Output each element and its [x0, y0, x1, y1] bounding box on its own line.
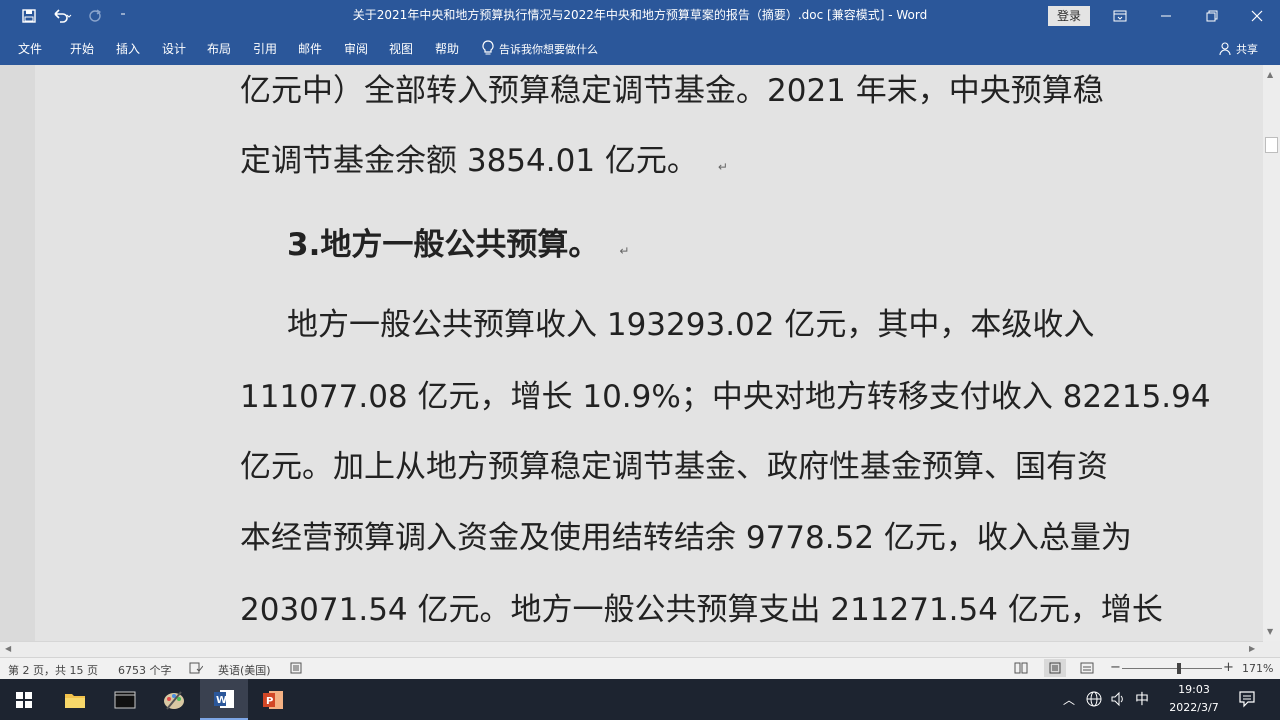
- ime-indicator[interactable]: 中: [1135, 689, 1149, 709]
- scroll-right-arrow-icon[interactable]: ▶: [1249, 644, 1255, 653]
- document-line: 203071.54 亿元。地方一般公共预算支出 211271.54 亿元，增长: [240, 592, 1163, 628]
- lightbulb-icon: [481, 40, 495, 60]
- document-line: 本经营预算调入资金及使用结转结余 9778.52 亿元，收入总量为: [240, 520, 1132, 556]
- taskbar: W P ︿ 中 19:03 2022/3/7: [0, 679, 1280, 720]
- scroll-down-arrow-icon[interactable]: ▼: [1267, 627, 1273, 636]
- paragraph-mark: ↵: [717, 160, 728, 174]
- windows-start-icon[interactable]: [0, 679, 48, 720]
- svg-text:P: P: [266, 696, 273, 707]
- file-explorer-icon[interactable]: [51, 679, 99, 720]
- word-count[interactable]: 6753 个字: [118, 662, 172, 678]
- share-person-icon: [1219, 41, 1231, 60]
- close-icon[interactable]: [1234, 0, 1280, 32]
- page-count[interactable]: 第 2 页，共 15 页: [8, 662, 98, 678]
- tab-design[interactable]: 设计: [162, 40, 186, 57]
- read-mode-icon[interactable]: [1014, 662, 1028, 677]
- web-layout-icon[interactable]: [1080, 662, 1094, 677]
- word-app-icon[interactable]: W: [200, 679, 248, 720]
- zoom-slider-thumb[interactable]: [1177, 663, 1181, 674]
- scroll-up-arrow-icon[interactable]: ▲: [1267, 70, 1273, 79]
- tab-review[interactable]: 审阅: [344, 40, 368, 57]
- show-hidden-icons-icon[interactable]: ︿: [1063, 691, 1075, 708]
- minimize-icon[interactable]: [1143, 0, 1189, 32]
- volume-icon[interactable]: [1110, 691, 1126, 711]
- zoom-level[interactable]: 171%: [1242, 662, 1273, 675]
- tab-view[interactable]: 视图: [389, 40, 413, 57]
- clock-date[interactable]: 2022/3/7: [1160, 701, 1228, 714]
- status-bar: 第 2 页，共 15 页 6753 个字 英语(美国) − + 171%: [0, 657, 1280, 679]
- tab-layout[interactable]: 布局: [207, 40, 231, 57]
- network-globe-icon[interactable]: [1086, 691, 1102, 711]
- powerpoint-app-icon[interactable]: P: [249, 679, 297, 720]
- document-line: 亿元。加上从地方预算稳定调节基金、政府性基金预算、国有资: [240, 449, 1108, 485]
- document-line: 111077.08 亿元，增长 10.9%；中央对地方转移支付收入 82215.…: [240, 379, 1211, 415]
- share-button[interactable]: 共享: [1236, 41, 1258, 57]
- tab-help[interactable]: 帮助: [435, 40, 459, 57]
- paint-app-icon[interactable]: [150, 679, 198, 720]
- terminal-icon[interactable]: [101, 679, 149, 720]
- zoom-slider-track[interactable]: [1122, 668, 1222, 669]
- document-area[interactable]: 亿元中）全部转入预算稳定调节基金。2021 年末，中央预算稳 定调节基金余额 3…: [0, 65, 1280, 657]
- clock-time[interactable]: 19:03: [1164, 683, 1224, 696]
- title-bar: ⁼ 关于2021年中央和地方预算执行情况与2022年中央和地方预算草案的报告（摘…: [0, 0, 1280, 32]
- document-line: 定调节基金余额 3854.01 亿元。 ↵: [240, 143, 728, 179]
- horizontal-scrollbar[interactable]: ◀ ▶: [0, 641, 1263, 657]
- notification-center-icon[interactable]: [1238, 690, 1256, 712]
- zoom-out-button[interactable]: −: [1110, 660, 1121, 675]
- document-page[interactable]: 亿元中）全部转入预算稳定调节基金。2021 年末，中央预算稳 定调节基金余额 3…: [35, 65, 1263, 657]
- vertical-scrollbar[interactable]: ▲ ▼: [1263, 65, 1280, 641]
- tab-home[interactable]: 开始: [70, 40, 94, 57]
- restore-icon[interactable]: [1189, 0, 1235, 32]
- tab-references[interactable]: 引用: [253, 40, 277, 57]
- tab-insert[interactable]: 插入: [116, 40, 140, 57]
- tab-mailings[interactable]: 邮件: [298, 40, 322, 57]
- login-button[interactable]: 登录: [1048, 6, 1090, 26]
- scrollbar-corner: [1263, 641, 1280, 657]
- scroll-left-arrow-icon[interactable]: ◀: [5, 644, 11, 653]
- paragraph-mark: ↵: [619, 244, 630, 258]
- scrollbar-thumb[interactable]: [1265, 137, 1278, 153]
- language[interactable]: 英语(美国): [218, 662, 271, 678]
- macro-record-icon[interactable]: [290, 662, 302, 677]
- print-layout-icon[interactable]: [1044, 659, 1066, 677]
- svg-text:W: W: [216, 695, 227, 706]
- tab-file[interactable]: 文件: [18, 40, 42, 57]
- zoom-in-button[interactable]: +: [1223, 660, 1234, 675]
- document-line: 亿元中）全部转入预算稳定调节基金。2021 年末，中央预算稳: [240, 73, 1104, 109]
- section-heading: 3.地方一般公共预算。 ↵: [287, 227, 630, 263]
- tell-me-search[interactable]: 告诉我你想要做什么: [499, 41, 598, 57]
- proofing-icon[interactable]: [189, 662, 204, 677]
- ribbon-display-icon[interactable]: [1097, 0, 1143, 32]
- document-line: 地方一般公共预算收入 193293.02 亿元，其中，本级收入: [287, 307, 1095, 343]
- ribbon-tab-bar: 文件 开始 插入 设计 布局 引用 邮件 审阅 视图 帮助 告诉我你想要做什么 …: [0, 32, 1280, 65]
